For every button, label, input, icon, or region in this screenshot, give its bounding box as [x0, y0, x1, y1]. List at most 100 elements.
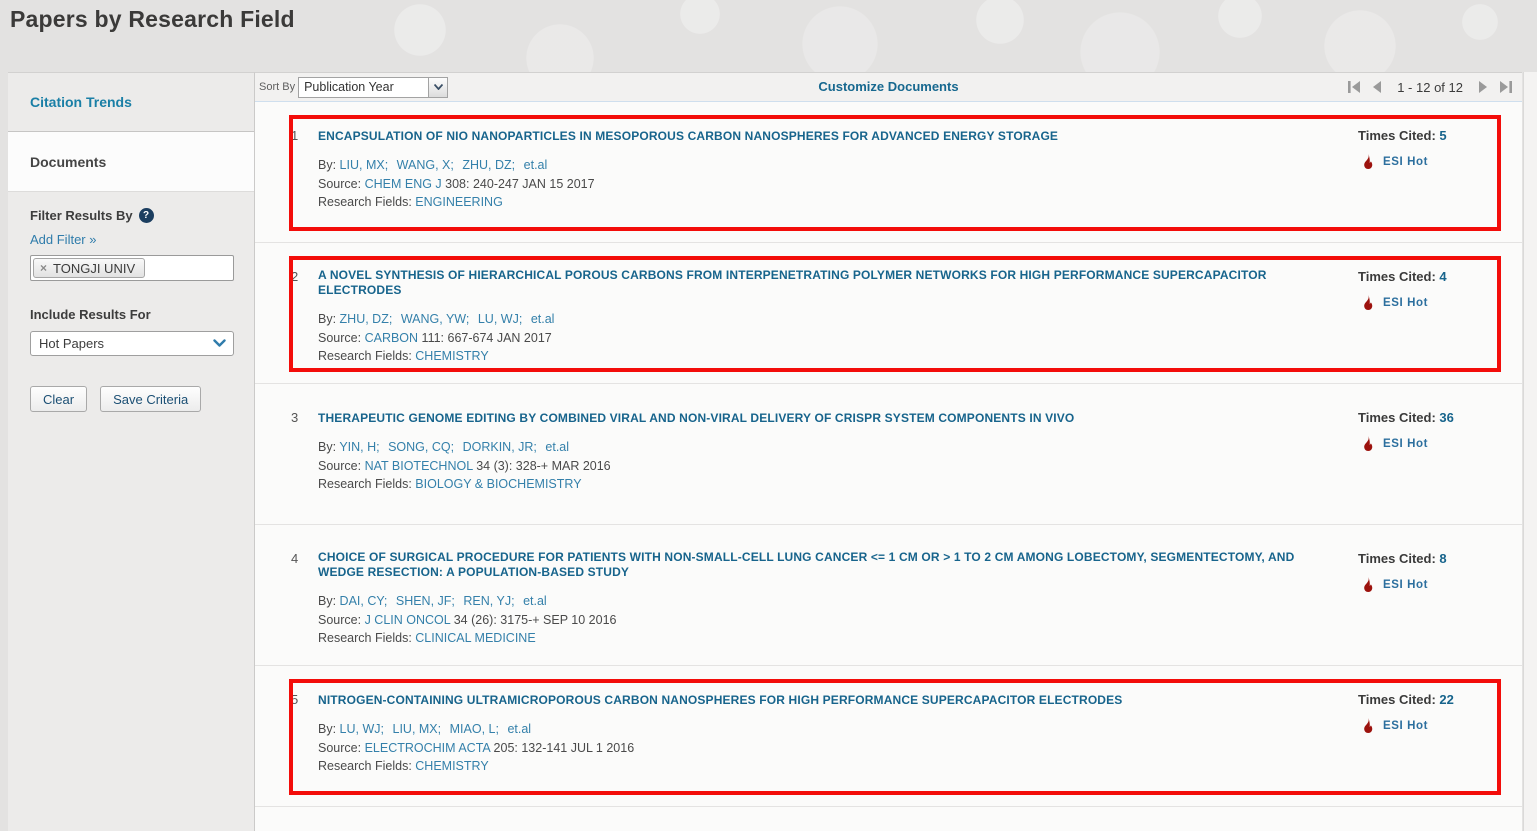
source-detail: 34 (3): 328-+ MAR 2016 — [476, 459, 610, 473]
times-cited: Times Cited: 5 — [1358, 128, 1508, 143]
source-line: Source: NAT BIOTECHNOL 34 (3): 328-+ MAR… — [318, 457, 1324, 476]
esi-hot-link[interactable]: ESI Hot — [1383, 720, 1428, 732]
author-link[interactable]: WANG, YW — [401, 312, 466, 326]
paper-title-link[interactable]: NITROGEN-CONTAINING ULTRAMICROPOROUS CAR… — [318, 693, 1122, 708]
etal-link[interactable]: et.al — [545, 440, 569, 454]
author-link[interactable]: LIU, MX — [393, 722, 438, 736]
clear-button[interactable]: Clear — [30, 386, 87, 412]
research-field-link[interactable]: CLINICAL MEDICINE — [415, 631, 535, 645]
authors-line: By: LU, WJ; LIU, MX; MIAO, L; et.al — [318, 720, 1324, 739]
etal-link[interactable]: et.al — [524, 158, 548, 172]
page: Papers by Research Field Citation Trends… — [0, 0, 1537, 831]
source-line: Source: ELECTROCHIM ACTA 205: 132-141 JU… — [318, 739, 1324, 758]
author-link[interactable]: ZHU, DZ — [340, 312, 389, 326]
paper-title-link[interactable]: ENCAPSULATION OF NIO NANOPARTICLES IN ME… — [318, 129, 1058, 144]
source-journal-link[interactable]: NAT BIOTECHNOL — [365, 459, 473, 473]
source-journal-link[interactable]: J CLIN ONCOL — [365, 613, 451, 627]
scrollbar[interactable] — [1523, 72, 1537, 831]
paper-right-column: Times Cited: 22 ESI Hot — [1358, 691, 1508, 806]
sidebar-buttons: Clear Save Criteria — [30, 386, 240, 412]
toolbar: Sort By Publication Year Customize Docum… — [255, 73, 1522, 102]
author-link[interactable]: LU, WJ — [478, 312, 519, 326]
first-page-icon[interactable] — [1348, 81, 1361, 93]
author-link[interactable]: MIAO, L — [450, 722, 496, 736]
author-link[interactable]: SHEN, JF — [396, 594, 452, 608]
times-cited-value[interactable]: 4 — [1439, 269, 1446, 284]
times-cited-value[interactable]: 22 — [1439, 692, 1453, 707]
filter-tag-input[interactable]: × TONGJI UNIV — [30, 255, 234, 281]
authors-line: By: YIN, H; SONG, CQ; DORKIN, JR; et.al — [318, 438, 1324, 457]
times-cited-value[interactable]: 36 — [1439, 410, 1453, 425]
source-journal-link[interactable]: ELECTROCHIM ACTA — [365, 741, 490, 755]
etal-link[interactable]: et.al — [523, 594, 547, 608]
source-label: Source: — [318, 741, 361, 755]
esi-hot-link[interactable]: ESI Hot — [1383, 297, 1428, 309]
paper-item: 2 A NOVEL SYNTHESIS OF HIERARCHICAL PORO… — [255, 243, 1522, 384]
author-link[interactable]: ZHU, DZ — [462, 158, 511, 172]
paper-title-link[interactable]: A NOVEL SYNTHESIS OF HIERARCHICAL POROUS… — [318, 268, 1324, 298]
filter-tag-chip[interactable]: × TONGJI UNIV — [33, 258, 145, 278]
source-journal-link[interactable]: CARBON — [365, 331, 418, 345]
source-journal-link[interactable]: CHEM ENG J — [365, 177, 442, 191]
times-cited-label: Times Cited: — [1358, 410, 1436, 425]
separator: ; — [519, 312, 522, 326]
paper-right-column: Times Cited: 36 ESI Hot — [1358, 409, 1508, 524]
paper-body: CHOICE OF SURGICAL PROCEDURE FOR PATIENT… — [318, 550, 1358, 665]
remove-tag-icon[interactable]: × — [40, 262, 47, 274]
by-label: By: — [318, 158, 336, 172]
paper-item: 4 CHOICE OF SURGICAL PROCEDURE FOR PATIE… — [255, 525, 1522, 666]
help-icon[interactable]: ? — [139, 208, 154, 223]
author-link[interactable]: LU, WJ — [340, 722, 381, 736]
paper-number: 2 — [291, 268, 318, 383]
separator: ; — [389, 312, 392, 326]
tab-documents[interactable]: Documents — [8, 132, 254, 192]
etal-link[interactable]: et.al — [507, 722, 531, 736]
author-link[interactable]: LIU, MX — [340, 158, 385, 172]
filter-results-label: Filter Results By — [30, 208, 133, 223]
by-label: By: — [318, 440, 336, 454]
paper-right-column: Times Cited: 5 ESI Hot — [1358, 127, 1508, 242]
times-cited-value[interactable]: 5 — [1439, 128, 1446, 143]
paper-title-link[interactable]: THERAPEUTIC GENOME EDITING BY COMBINED V… — [318, 411, 1074, 426]
sidebar: Citation Trends Documents Filter Results… — [8, 72, 254, 831]
fields-line: Research Fields: CLINICAL MEDICINE — [318, 629, 1324, 648]
dropdown-arrow-icon[interactable] — [428, 78, 447, 97]
research-field-link[interactable]: BIOLOGY & BIOCHEMISTRY — [415, 477, 581, 491]
author-link[interactable]: DAI, CY — [340, 594, 384, 608]
research-field-link[interactable]: ENGINEERING — [415, 195, 503, 209]
source-line: Source: J CLIN ONCOL 34 (26): 3175-+ SEP… — [318, 611, 1324, 630]
save-criteria-button[interactable]: Save Criteria — [100, 386, 201, 412]
fields-line: Research Fields: BIOLOGY & BIOCHEMISTRY — [318, 475, 1324, 494]
author-link[interactable]: WANG, X — [397, 158, 451, 172]
add-filter-link[interactable]: Add Filter » — [30, 232, 96, 247]
tab-citation-trends[interactable]: Citation Trends — [8, 73, 254, 132]
paper-number: 5 — [291, 691, 318, 806]
source-line: Source: CARBON 111: 667-674 JAN 2017 — [318, 329, 1324, 348]
sort-by-select[interactable]: Publication Year — [298, 77, 448, 98]
paper-title-link[interactable]: CHOICE OF SURGICAL PROCEDURE FOR PATIENT… — [318, 550, 1324, 580]
times-cited-value[interactable]: 8 — [1439, 551, 1446, 566]
etal-link[interactable]: et.al — [531, 312, 555, 326]
page-range: 1 - 12 of 12 — [1397, 80, 1463, 95]
author-link[interactable]: YIN, H — [339, 440, 376, 454]
filter-tag-label: TONGJI UNIV — [53, 261, 135, 276]
author-link[interactable]: SONG, CQ — [388, 440, 451, 454]
prev-page-icon[interactable] — [1372, 81, 1382, 93]
esi-hot-link[interactable]: ESI Hot — [1383, 579, 1428, 591]
research-field-link[interactable]: CHEMISTRY — [415, 349, 488, 363]
author-link[interactable]: DORKIN, JR — [463, 440, 534, 454]
next-page-icon[interactable] — [1478, 81, 1488, 93]
customize-documents-link[interactable]: Customize Documents — [818, 79, 958, 94]
paper-right-column: Times Cited: 8 ESI Hot — [1358, 550, 1508, 665]
esi-hot-badge: ESI Hot — [1358, 153, 1508, 170]
author-link[interactable]: REN, YJ — [463, 594, 511, 608]
last-page-icon[interactable] — [1499, 81, 1512, 93]
source-detail: 111: 667-674 JAN 2017 — [422, 331, 552, 345]
source-detail: 308: 240-247 JAN 15 2017 — [445, 177, 594, 191]
research-field-link[interactable]: CHEMISTRY — [415, 759, 488, 773]
include-results-select[interactable]: Hot Papers — [30, 331, 234, 356]
source-label: Source: — [318, 177, 361, 191]
esi-hot-link[interactable]: ESI Hot — [1383, 438, 1428, 450]
esi-hot-badge: ESI Hot — [1358, 717, 1508, 734]
esi-hot-link[interactable]: ESI Hot — [1383, 156, 1428, 168]
